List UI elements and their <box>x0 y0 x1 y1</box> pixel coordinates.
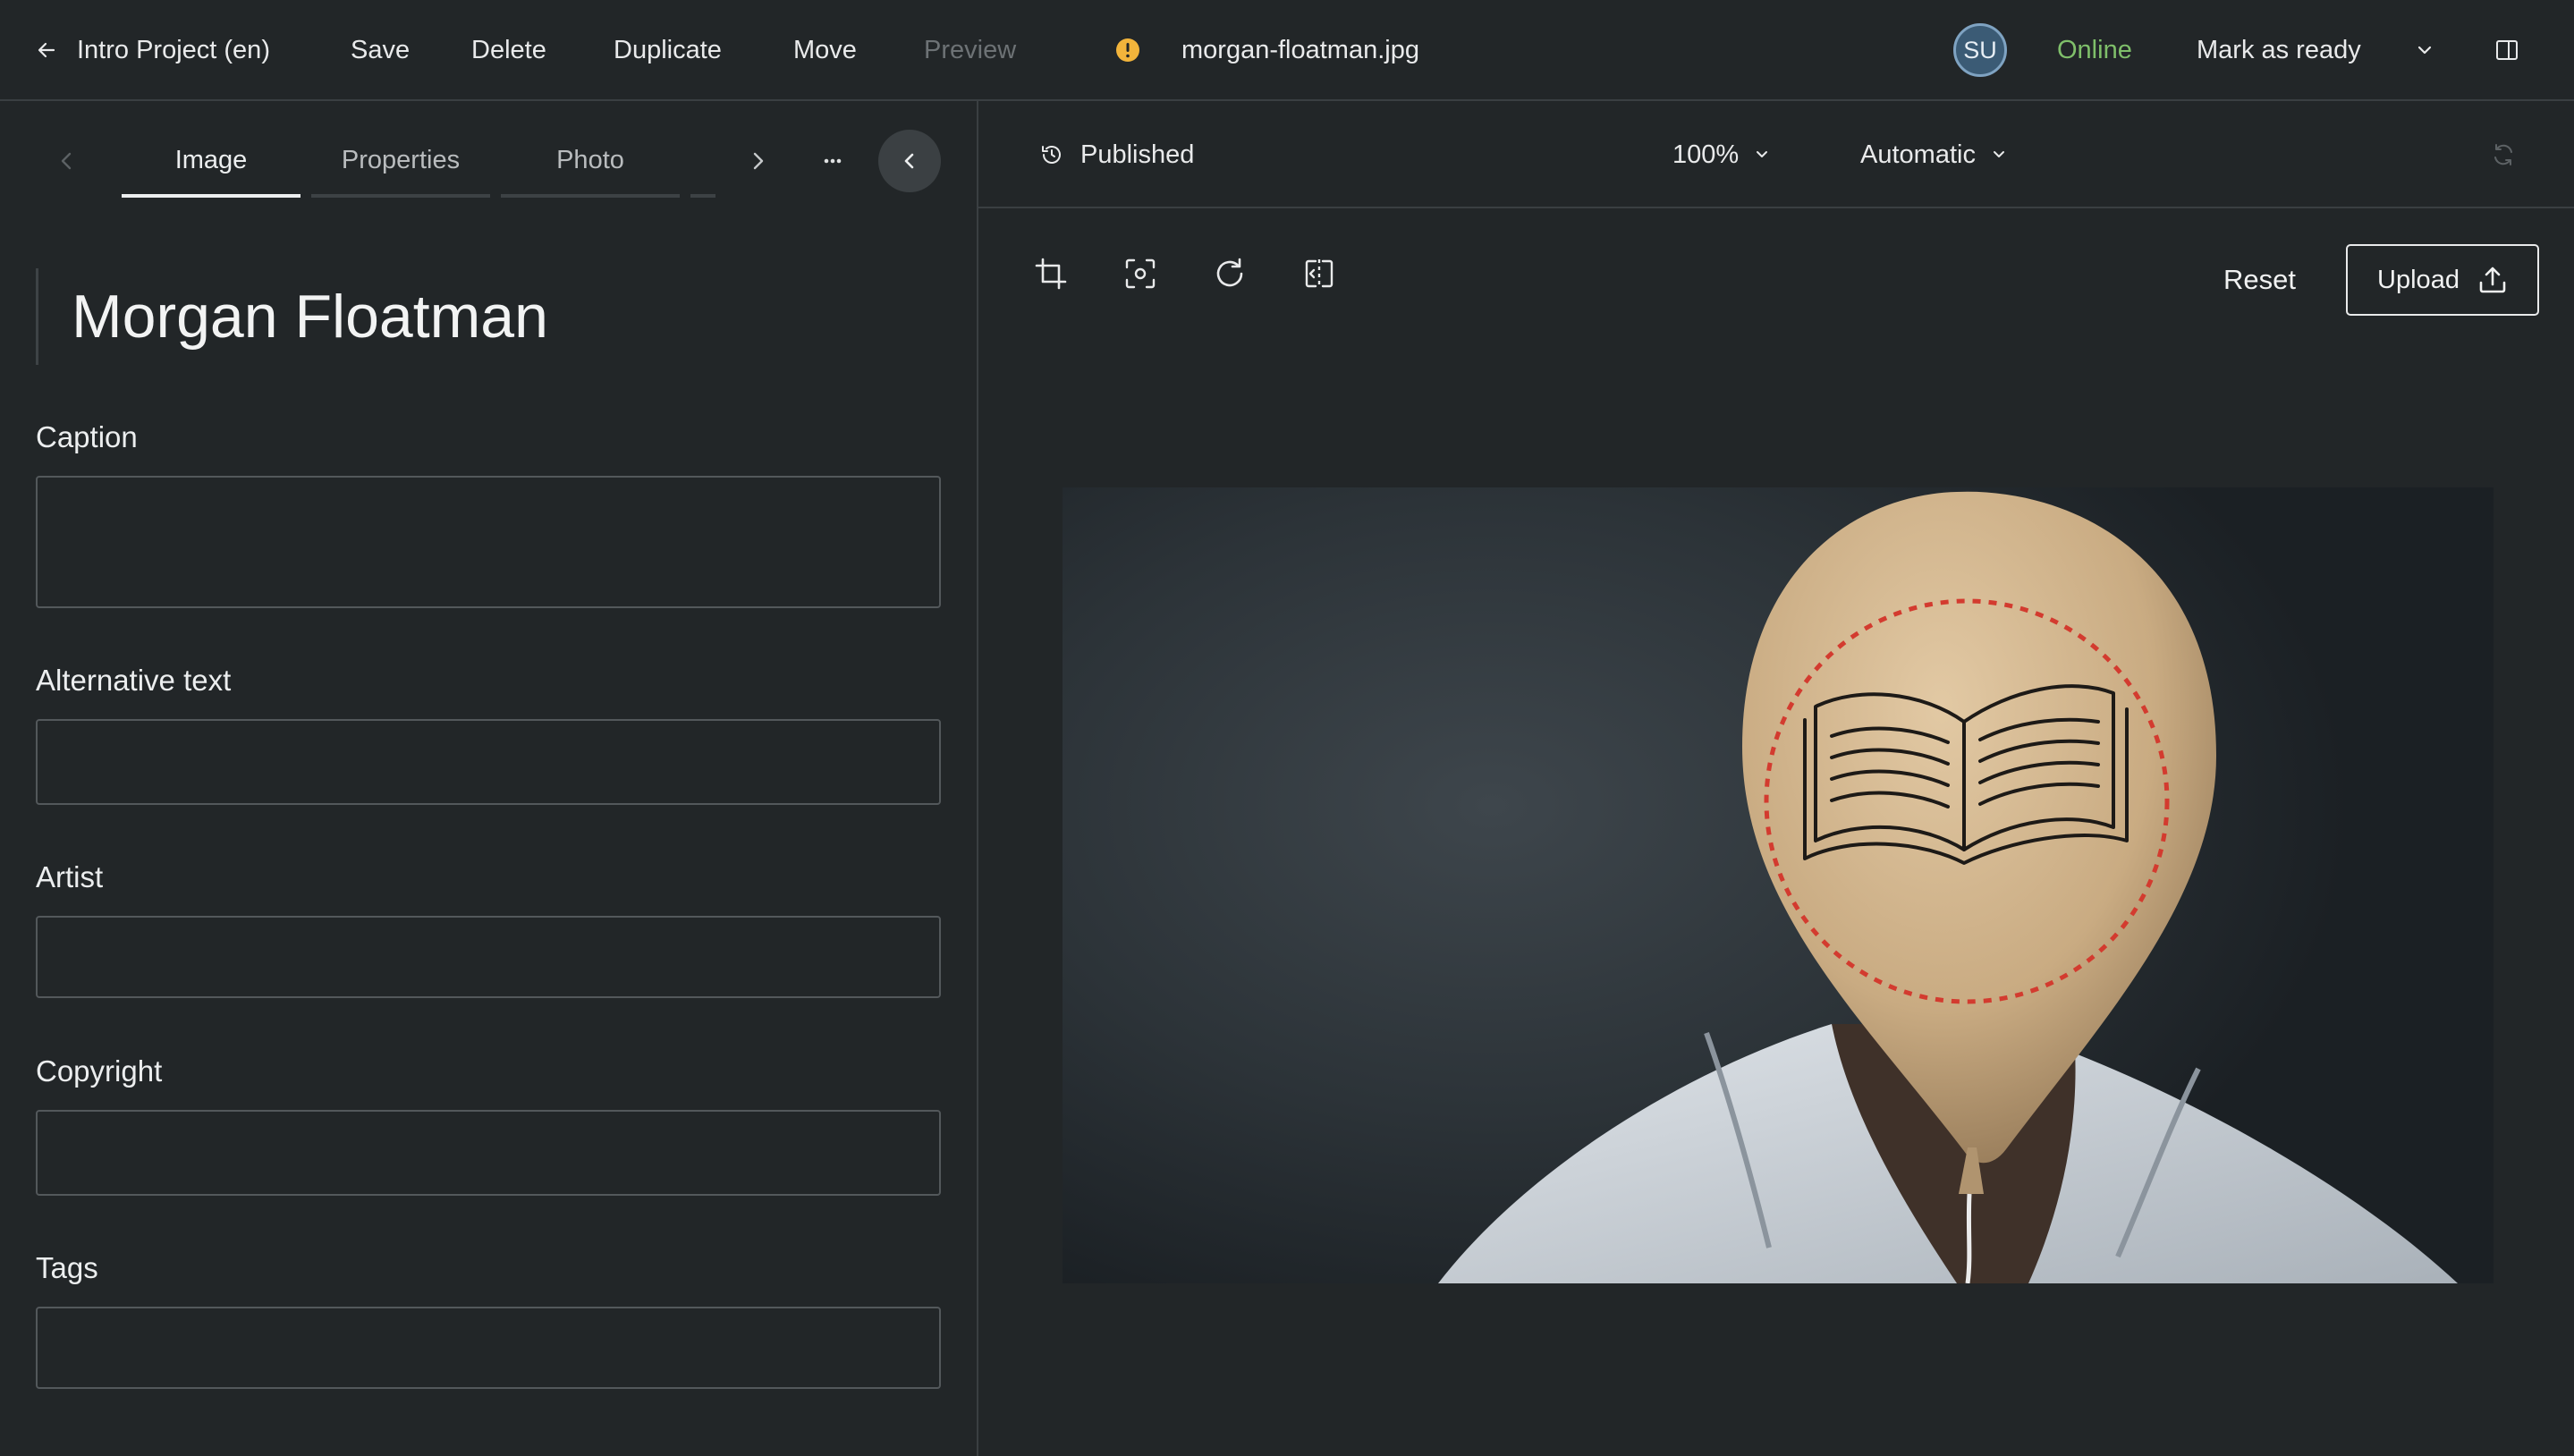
tab-properties[interactable]: Properties <box>311 146 490 190</box>
published-status: Published <box>1080 140 1195 169</box>
mark-as-ready-button[interactable]: Mark as ready <box>2197 0 2361 100</box>
copyright-label: Copyright <box>36 1054 163 1088</box>
arrow-left-icon <box>36 39 57 61</box>
tab-photo-indicator <box>501 194 680 198</box>
caption-field[interactable] <box>36 476 941 608</box>
preview-button[interactable]: Preview <box>924 0 1016 100</box>
alt-text-field[interactable] <box>36 719 941 805</box>
project-title: Intro Project (en) <box>77 35 270 64</box>
editor-header: Published 100% Automatic <box>978 101 2574 208</box>
zoom-select[interactable]: 100% <box>1672 101 1771 208</box>
tab-overflow-indicator <box>690 194 715 198</box>
refresh-icon[interactable] <box>2490 101 2517 208</box>
mode-value: Automatic <box>1860 140 1976 169</box>
history-button[interactable]: Published <box>1039 101 1194 208</box>
tab-photo[interactable]: Photo <box>501 146 680 190</box>
zoom-value: 100% <box>1672 140 1740 169</box>
caption-label: Caption <box>36 420 138 453</box>
panel-toggle-icon[interactable] <box>2495 0 2519 100</box>
crop-icon[interactable] <box>1020 242 1082 305</box>
chevron-down-icon[interactable] <box>2415 0 2434 100</box>
reset-button[interactable]: Reset <box>2223 244 2296 316</box>
document-panel: Image Properties Photo Morgan Floatman C… <box>0 101 978 1456</box>
duplicate-button[interactable]: Duplicate <box>614 0 722 100</box>
artist-field[interactable] <box>36 916 941 998</box>
chevron-right-icon[interactable] <box>744 148 771 174</box>
chevron-left-icon <box>904 153 914 169</box>
delete-button[interactable]: Delete <box>471 0 546 100</box>
upload-icon <box>2477 265 2508 295</box>
tab-image-indicator <box>122 194 301 198</box>
tab-properties-indicator <box>311 194 490 198</box>
upload-label: Upload <box>2377 265 2460 294</box>
history-icon <box>1039 142 1064 167</box>
rotate-icon[interactable] <box>1198 242 1261 305</box>
image-preview[interactable] <box>1063 487 2494 1283</box>
focus-icon[interactable] <box>1109 242 1172 305</box>
tags-label: Tags <box>36 1251 98 1284</box>
more-icon[interactable] <box>819 148 846 174</box>
move-button[interactable]: Move <box>793 0 857 100</box>
artist-label: Artist <box>36 860 104 893</box>
online-status: Online <box>2057 35 2132 64</box>
alt-text-label: Alternative text <box>36 664 232 697</box>
collapse-panel-button[interactable] <box>878 130 941 192</box>
document-filename: morgan-floatman.jpg <box>1181 35 1419 64</box>
mode-select[interactable]: Automatic <box>1860 101 2008 208</box>
chevron-down-icon <box>1990 146 2008 164</box>
top-bar: Intro Project (en) Save Delete Duplicate… <box>0 0 2574 101</box>
copyright-field[interactable] <box>36 1110 941 1196</box>
image-editor-panel: Published 100% Automatic Reset Upload <box>978 101 2574 1456</box>
flip-icon[interactable] <box>1288 242 1351 305</box>
save-button[interactable]: Save <box>351 0 410 100</box>
tab-image[interactable]: Image <box>122 146 301 190</box>
document-title[interactable]: Morgan Floatman <box>36 268 548 365</box>
tab-bar: Image Properties Photo <box>0 101 977 208</box>
chevron-left-icon[interactable] <box>54 148 80 174</box>
warning-icon <box>1115 0 1140 100</box>
tags-field[interactable] <box>36 1307 941 1389</box>
back-button[interactable]: Intro Project (en) <box>36 0 270 100</box>
avatar[interactable]: SU <box>1953 0 2007 100</box>
chevron-down-icon <box>1753 146 1771 164</box>
upload-button[interactable]: Upload <box>2346 244 2539 316</box>
avatar-initials: SU <box>1953 23 2007 77</box>
